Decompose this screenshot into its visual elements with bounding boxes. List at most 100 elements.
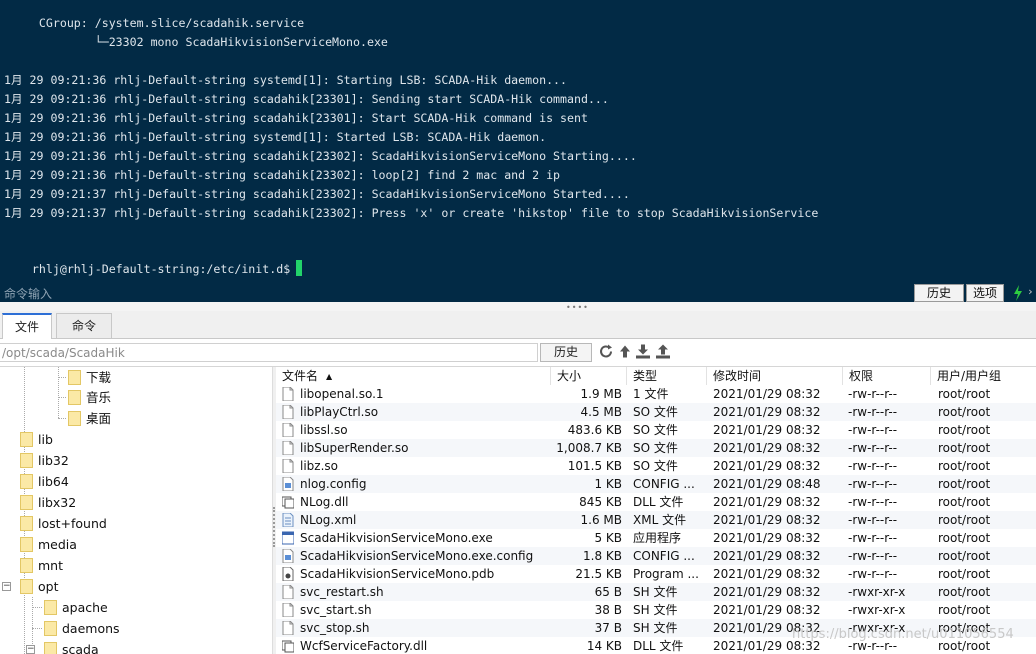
collapse-icon[interactable]: − [26,645,35,654]
cell-name: NLog.dll [300,495,349,509]
file-icon [282,459,294,473]
column-header-permissions[interactable]: 权限 [842,367,930,385]
terminal-line: 1月 29 09:21:36 rhlj-Default-string scada… [4,92,609,106]
folder-open-icon [44,642,57,654]
download-icon[interactable] [635,343,651,360]
cell-modified: 2021/01/29 08:32 [713,423,821,437]
terminal-line: 1月 29 09:21:36 rhlj-Default-string scada… [4,149,637,163]
xml-file-icon [282,513,294,527]
cell-permissions: -rw-r--r-- [848,549,898,563]
path-history-button[interactable]: 历史 [540,343,592,362]
cell-owner: root/root [938,477,991,491]
cell-size: 483.6 KB [567,423,622,437]
column-header-modified[interactable]: 修改时间 [706,367,842,385]
table-row[interactable]: svc_restart.sh 65 B SH 文件 2021/01/29 08:32 -… [276,583,1036,601]
cell-size: 5 KB [594,531,622,545]
cell-name: libSuperRender.so [300,441,409,455]
terminal-line: 1月 29 09:21:36 rhlj-Default-string scada… [4,168,561,182]
terminal-line: CGroup: /system.slice/scadahik.service [4,16,305,30]
folder-icon [20,432,33,447]
cell-type: DLL 文件 [633,639,684,653]
cell-size: 845 KB [579,495,622,509]
cell-name: ScadaHikvisionServiceMono.exe [300,531,493,545]
application-icon [282,531,294,545]
cell-owner: root/root [938,585,991,599]
cell-modified: 2021/01/29 08:32 [713,495,821,509]
up-directory-icon[interactable] [617,343,633,360]
chevron-right-icon[interactable]: › [1027,285,1034,298]
cell-type: 应用程序 [633,531,682,545]
cell-size: 1.9 MB [580,387,622,401]
cell-type: XML 文件 [633,513,687,527]
cell-size: 1.8 KB [583,549,622,563]
table-row[interactable]: libopenal.so.1 1.9 MB 1 文件 2021/01/29 08:32… [276,385,1036,403]
watermark: https://blog.csdn.net/u011056554 [792,627,1014,642]
tab-files[interactable]: 文件 [2,313,52,339]
terminal-line: 1月 29 09:21:36 rhlj-Default-string syste… [4,130,547,144]
cell-owner: root/root [938,567,991,581]
folder-icon [68,411,81,426]
table-row[interactable]: libPlayCtrl.so 4.5 MB SO 文件 2021/01/29 08:3… [276,403,1036,421]
file-icon [282,441,294,455]
terminal-panel[interactable]: CGroup: /system.slice/scadahik.service └… [0,0,1036,302]
cell-name: libPlayCtrl.so [300,405,379,419]
terminal-line: 1月 29 09:21:37 rhlj-Default-string scada… [4,206,819,220]
table-row[interactable]: ScadaHikvisionServiceMono.exe 5 KB 应用程序 202… [276,529,1036,547]
terminal-history-button[interactable]: 历史 [914,284,964,302]
column-header-size[interactable]: 大小 [550,367,626,385]
folder-icon [20,495,33,510]
cell-name: libopenal.so.1 [300,387,384,401]
cell-modified: 2021/01/29 08:32 [713,549,821,563]
refresh-icon[interactable] [598,343,614,360]
cell-name: libz.so [300,459,338,473]
terminal-prompt-line[interactable]: rhlj@rhlj-Default-string:/etc/init.d$ [4,241,303,276]
cell-permissions: -rw-r--r-- [848,405,898,419]
terminal-options-button[interactable]: 选项 [966,284,1004,302]
path-input[interactable]: /opt/scada/ScadaHik [0,343,538,362]
table-row[interactable]: NLog.xml 1.6 MB XML 文件 2021/01/29 08:32 -rw-… [276,511,1036,529]
table-row[interactable]: libSuperRender.so 1,008.7 KB SO 文件 2021/01/… [276,439,1036,457]
sort-ascending-icon: ▲ [326,372,333,381]
terminal-line: 1月 29 09:21:36 rhlj-Default-string scada… [4,111,588,125]
column-header-name[interactable]: 文件名 ▲ [276,367,550,385]
cell-name: svc_stop.sh [300,621,370,635]
cell-size: 65 B [594,585,622,599]
file-list[interactable]: 文件名 ▲ 大小 类型 修改时间 权限 用户/用户组 libopenal.so.1… [276,367,1036,654]
cell-modified: 2021/01/29 08:32 [713,513,821,527]
table-row[interactable]: libssl.so 483.6 KB SO 文件 2021/01/29 08:32 -r… [276,421,1036,439]
folder-icon [44,621,57,636]
cell-type: SH 文件 [633,585,678,599]
table-row[interactable]: svc_start.sh 38 B SH 文件 2021/01/29 08:32 -rw… [276,601,1036,619]
cell-size: 4.5 MB [580,405,622,419]
cell-modified: 2021/01/29 08:32 [713,567,821,581]
cell-owner: root/root [938,441,991,455]
command-input-label: 命令输入 [4,287,53,301]
cell-owner: root/root [938,531,991,545]
folder-icon [20,558,33,573]
command-input-bar[interactable]: 命令输入 历史 选项 › [0,284,1036,302]
panel-tabs: 文件 命令 [0,311,1036,339]
cell-type: DLL 文件 [633,495,684,509]
collapse-icon[interactable]: − [2,582,11,591]
cell-owner: root/root [938,405,991,419]
table-row[interactable]: nlog.config 1 KB CONFIG ... 2021/01/29 08:4… [276,475,1036,493]
cell-permissions: -rwxr-xr-x [848,603,906,617]
cell-modified: 2021/01/29 08:32 [713,459,821,473]
table-row[interactable]: libz.so 101.5 KB SO 文件 2021/01/29 08:32 -rw-… [276,457,1036,475]
config-file-icon [282,477,294,491]
path-bar: /opt/scada/ScadaHik 历史 [0,339,1036,367]
table-row[interactable]: ScadaHikvisionServiceMono.pdb 21.5 KB Prog… [276,565,1036,583]
directory-tree[interactable]: 下载 音乐 桌面 lib lib32 lib64 libx32 lost+fou… [0,367,272,654]
cell-permissions: -rwxr-xr-x [848,585,906,599]
table-row[interactable]: ScadaHikvisionServiceMono.exe.config 1.8 … [276,547,1036,565]
cell-owner: root/root [938,549,991,563]
cell-name: libssl.so [300,423,348,437]
lightning-icon[interactable] [1012,284,1024,302]
column-header-owner[interactable]: 用户/用户组 [930,367,1036,385]
tab-commands[interactable]: 命令 [56,313,112,338]
table-row[interactable]: NLog.dll 845 KB DLL 文件 2021/01/29 08:32 -rw-… [276,493,1036,511]
folder-open-icon [20,579,33,594]
program-database-icon [282,567,294,581]
upload-icon[interactable] [655,343,671,360]
column-header-type[interactable]: 类型 [626,367,706,385]
